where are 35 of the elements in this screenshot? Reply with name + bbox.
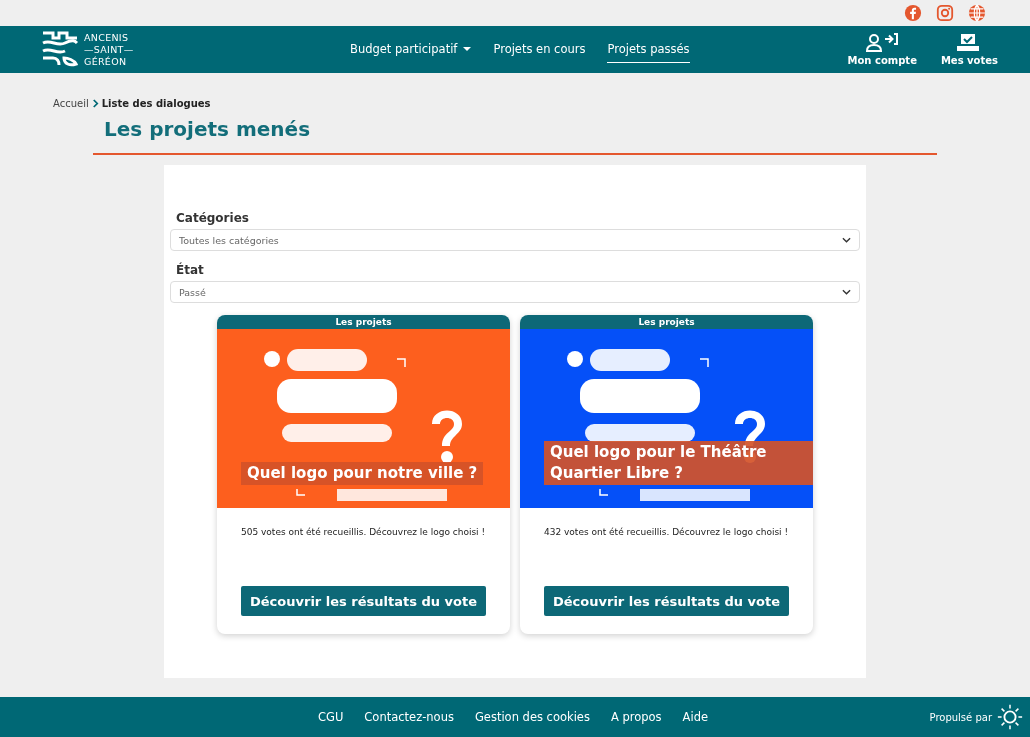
account-link[interactable]: Mon compte <box>847 33 917 66</box>
chevron-down-icon <box>842 237 851 243</box>
nav-link[interactable]: Projets passés <box>607 36 690 63</box>
filter-label: Catégories <box>176 211 250 225</box>
card-title: Quel logo pour le Théâtre Quartier Libre ? <box>544 441 813 485</box>
page-title: Les projets menés <box>104 117 312 141</box>
filter-label: État <box>176 263 205 277</box>
footer-link[interactable]: Contactez-nous <box>364 710 454 724</box>
globe-icon[interactable] <box>968 4 986 22</box>
breadcrumb-link[interactable]: Accueil <box>53 98 89 109</box>
logo-text: ANCENIS —SAINT— GÉRÉON <box>84 31 134 68</box>
results-button[interactable]: Découvrir les résultats du vote <box>241 586 486 616</box>
sun-logo-icon[interactable] <box>996 703 1024 731</box>
card-header: Les projets <box>520 315 813 329</box>
powered-by-text: Propulsé par <box>929 711 992 723</box>
card-description: 505 votes ont été recueillis. Découvrez le logo choisi ! <box>241 526 487 539</box>
filter-dropdown[interactable]: Toutes les catégories <box>170 229 860 251</box>
card-description: 432 votes ont été recueillis. Découvrez le logo choisi ! <box>544 526 790 539</box>
footer-link[interactable]: Aide <box>682 710 709 724</box>
chevron-down-icon <box>842 289 851 295</box>
filter-dropdown[interactable]: Passé <box>170 281 860 303</box>
card-header: Les projets <box>217 315 510 329</box>
breadcrumb-current: Liste des dialogues <box>101 98 211 109</box>
instagram-icon[interactable] <box>936 4 954 22</box>
nav-link[interactable]: Projets en cours <box>493 36 586 63</box>
votes-link[interactable]: Mes votes <box>940 33 998 66</box>
footer-link[interactable]: Gestion des cookies <box>474 710 590 724</box>
facebook-icon[interactable] <box>904 4 922 22</box>
footer-link[interactable]: CGU <box>317 710 344 724</box>
card-title: Quel logo pour notre ville ? <box>241 462 484 485</box>
chevron-icon <box>91 99 99 108</box>
results-button[interactable]: Découvrir les résultats du vote <box>544 586 789 616</box>
user-login-icon <box>865 33 900 53</box>
nav-link[interactable]: Budget participatif <box>350 36 472 63</box>
footer-link[interactable]: A propos <box>610 710 662 724</box>
